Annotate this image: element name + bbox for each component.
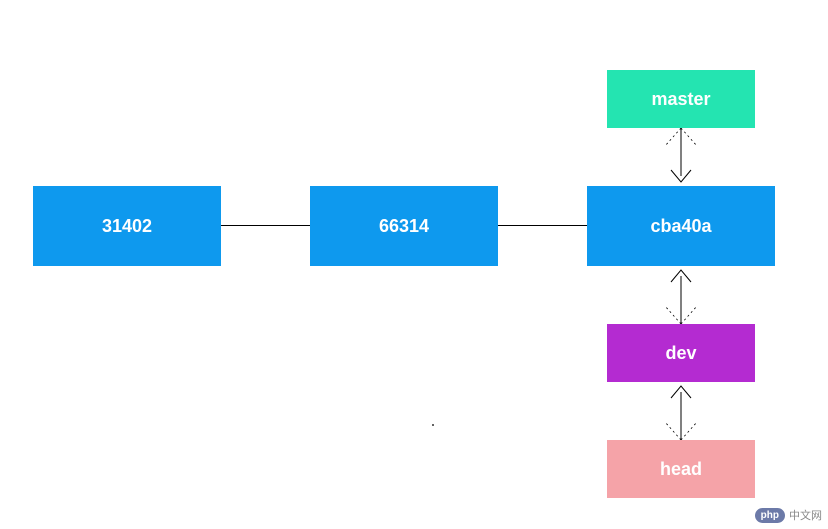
ref-label: dev [665, 343, 696, 364]
commit-label: cba40a [650, 216, 711, 237]
ref-dev: dev [607, 324, 755, 382]
watermark: php 中文网 [755, 507, 822, 523]
connector-c2-c3 [498, 225, 587, 226]
commit-label: 31402 [102, 216, 152, 237]
watermark-badge: php [755, 508, 785, 523]
stray-dot [432, 424, 434, 426]
arrow-head-to-dev [657, 382, 705, 440]
ref-label: master [651, 89, 710, 110]
watermark-text: 中文网 [789, 507, 822, 523]
ref-master: master [607, 70, 755, 128]
commit-label: 66314 [379, 216, 429, 237]
commit-box-2: 66314 [310, 186, 498, 266]
arrow-dev-to-commit [657, 266, 705, 324]
ref-head: head [607, 440, 755, 498]
commit-box-1: 31402 [33, 186, 221, 266]
ref-label: head [660, 459, 702, 480]
arrow-master-to-commit [657, 128, 705, 186]
commit-box-3: cba40a [587, 186, 775, 266]
connector-c1-c2 [221, 225, 310, 226]
